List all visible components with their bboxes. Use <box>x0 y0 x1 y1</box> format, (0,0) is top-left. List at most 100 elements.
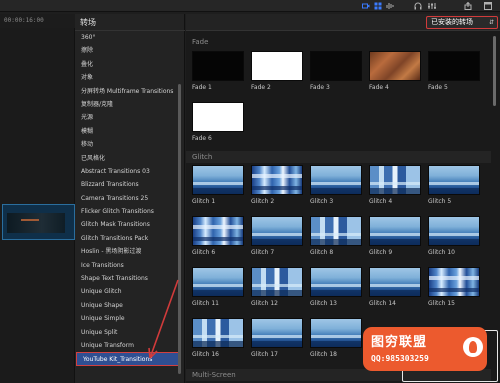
timeline-clip[interactable] <box>2 204 75 240</box>
transition-thumbnail[interactable] <box>192 267 244 297</box>
timeline[interactable] <box>0 28 75 383</box>
transition-tile[interactable]: Glitch 11 <box>192 267 244 307</box>
transition-thumbnail[interactable] <box>310 51 362 81</box>
category-item[interactable]: Glitch Transitions Pack <box>75 232 179 245</box>
transition-tile[interactable]: Glitch 6 <box>192 216 244 256</box>
category-panel-title: 转场 <box>80 18 96 27</box>
transition-thumbnail[interactable] <box>428 267 480 297</box>
transition-tile[interactable]: Fade 4 <box>369 51 421 91</box>
category-item[interactable]: 已风格化 <box>75 152 179 165</box>
category-item[interactable]: Flicker Glitch Transitions <box>75 205 179 218</box>
transition-tile[interactable]: Glitch 12 <box>251 267 303 307</box>
transition-thumbnail[interactable] <box>428 165 480 195</box>
transition-tile[interactable]: Glitch 9 <box>369 216 421 256</box>
transition-label: Fade 1 <box>192 84 212 91</box>
category-item[interactable]: 360° <box>75 31 179 44</box>
transition-thumbnail[interactable] <box>310 318 362 348</box>
transition-label: Glitch 13 <box>310 300 337 307</box>
category-item[interactable]: 对象 <box>75 71 179 84</box>
category-item[interactable]: 叠化 <box>75 58 179 71</box>
transition-label: Glitch 11 <box>192 300 219 307</box>
transition-thumbnail[interactable] <box>310 267 362 297</box>
transition-label: Glitch 1 <box>192 198 216 205</box>
installed-transitions-dropdown[interactable]: 已安装的转场 ⇵ <box>426 16 498 29</box>
grid-icon[interactable] <box>374 2 382 10</box>
transition-label: Glitch 14 <box>369 300 396 307</box>
transition-tile[interactable]: Glitch 5 <box>428 165 480 205</box>
transition-label: Glitch 5 <box>428 198 452 205</box>
transition-thumbnail[interactable] <box>369 216 421 246</box>
transition-tile[interactable]: Fade 2 <box>251 51 303 91</box>
transition-tile[interactable]: Fade 5 <box>428 51 480 91</box>
transition-tile[interactable]: Glitch 3 <box>310 165 362 205</box>
transition-label: Fade 2 <box>251 84 271 91</box>
transition-thumbnail[interactable] <box>251 51 303 81</box>
category-item[interactable]: 擦除 <box>75 44 179 57</box>
equalizer-icon[interactable] <box>428 2 436 10</box>
transition-tile[interactable]: Glitch 14 <box>369 267 421 307</box>
browser-scrollbar[interactable] <box>493 36 496 106</box>
transition-thumbnail[interactable] <box>369 51 421 81</box>
category-item[interactable]: Glitch Mask Transitions <box>75 218 179 231</box>
transition-tile[interactable]: Glitch 16 <box>192 318 244 358</box>
section-title-fade: Fade <box>192 38 209 46</box>
category-item[interactable]: Blizzard Transitions <box>75 178 179 191</box>
category-header: 转场 <box>75 14 185 31</box>
transition-thumbnail[interactable] <box>251 267 303 297</box>
transition-thumbnail[interactable] <box>428 51 480 81</box>
headphones-icon[interactable] <box>414 2 422 10</box>
transition-thumbnail[interactable] <box>192 318 244 348</box>
transition-thumbnail[interactable] <box>369 267 421 297</box>
audio-icon[interactable] <box>386 2 394 10</box>
transition-thumbnail[interactable] <box>310 216 362 246</box>
category-item[interactable]: 移动 <box>75 138 179 151</box>
transition-tile[interactable]: Glitch 17 <box>251 318 303 358</box>
transition-tile[interactable]: Fade 3 <box>310 51 362 91</box>
transition-tile[interactable]: Glitch 7 <box>251 216 303 256</box>
browser-header: 已安装的转场 ⇵ <box>186 14 500 31</box>
category-item[interactable]: 模糊 <box>75 125 179 138</box>
transition-tile[interactable]: Glitch 15 <box>428 267 480 307</box>
transition-thumbnail[interactable] <box>428 216 480 246</box>
category-item[interactable]: 光源 <box>75 111 179 124</box>
transition-thumbnail[interactable] <box>192 216 244 246</box>
transition-label: Glitch 16 <box>192 351 219 358</box>
transition-thumbnail[interactable] <box>251 165 303 195</box>
transition-thumbnail[interactable] <box>369 165 421 195</box>
watermark-title: 图穷联盟 <box>371 335 428 350</box>
transition-label: Glitch 10 <box>428 249 455 256</box>
transition-tile[interactable]: Glitch 1 <box>192 165 244 205</box>
category-item[interactable]: Ice Transitions <box>75 259 179 272</box>
transition-tile[interactable]: Glitch 10 <box>428 216 480 256</box>
transition-label: Fade 5 <box>428 84 448 91</box>
share-icon[interactable] <box>464 2 472 10</box>
transition-label: Glitch 9 <box>369 249 393 256</box>
transition-label: Glitch 4 <box>369 198 393 205</box>
category-item[interactable]: 复制器/克隆 <box>75 98 179 111</box>
transition-tile[interactable]: Glitch 4 <box>369 165 421 205</box>
category-item[interactable]: 分屏转场 Multiframe Transitions <box>75 85 179 98</box>
transition-label: Glitch 6 <box>192 249 216 256</box>
video-icon[interactable] <box>362 2 370 10</box>
transition-tile[interactable]: Fade 1 <box>192 51 244 91</box>
category-item[interactable]: Hoslin - 黑场阴影过渡 <box>75 245 179 258</box>
transition-tile[interactable]: Glitch 8 <box>310 216 362 256</box>
category-item[interactable]: Camera Transitions 25 <box>75 192 179 205</box>
transition-tile[interactable]: Glitch 2 <box>251 165 303 205</box>
transition-thumbnail[interactable] <box>192 102 244 132</box>
transition-tile[interactable]: Glitch 18 <box>310 318 362 358</box>
transition-label: Glitch 18 <box>310 351 337 358</box>
transition-label: Fade 4 <box>369 84 389 91</box>
transition-tile[interactable]: Glitch 13 <box>310 267 362 307</box>
transition-thumbnail[interactable] <box>251 216 303 246</box>
category-item[interactable]: Abstract Transitions 03 <box>75 165 179 178</box>
transition-label: Fade 6 <box>192 135 212 142</box>
timecode-row: 00:00:16:00 <box>0 14 75 28</box>
transition-tile[interactable]: Fade 6 <box>192 102 244 142</box>
transition-thumbnail[interactable] <box>251 318 303 348</box>
transition-label: Glitch 17 <box>251 351 278 358</box>
transition-thumbnail[interactable] <box>192 51 244 81</box>
window-icon[interactable] <box>484 2 492 10</box>
transition-thumbnail[interactable] <box>310 165 362 195</box>
transition-thumbnail[interactable] <box>192 165 244 195</box>
